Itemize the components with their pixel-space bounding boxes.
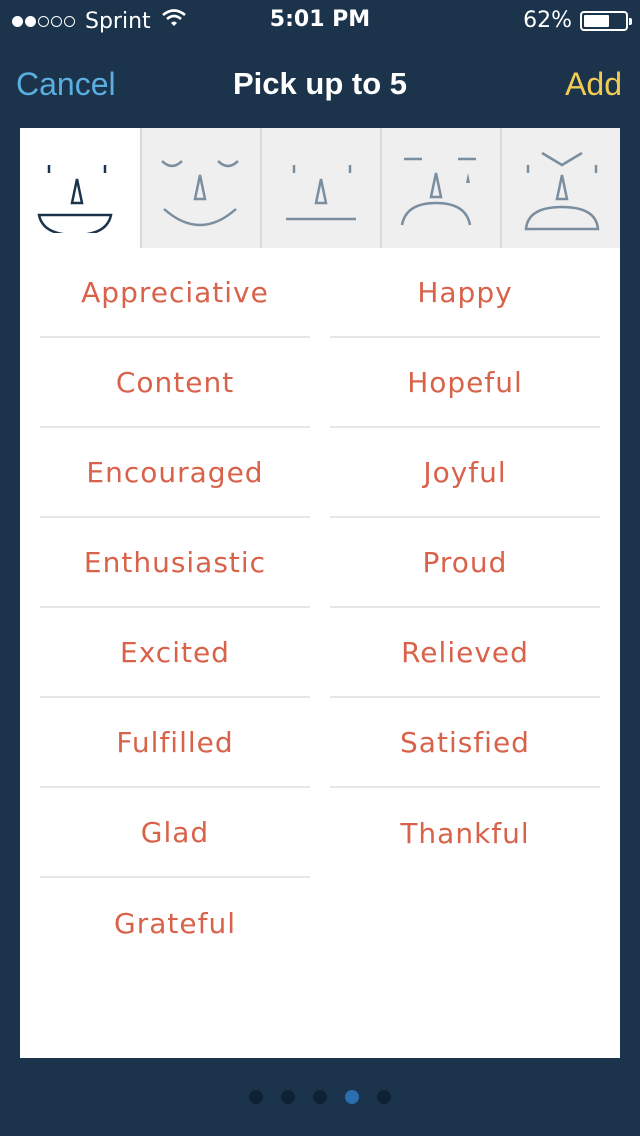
mood-fulfilled[interactable]: Fulfilled: [40, 698, 310, 788]
add-button[interactable]: Add: [565, 66, 622, 103]
mood-enthusiastic[interactable]: Enthusiastic: [40, 518, 310, 608]
content-face-icon: [161, 160, 239, 227]
page-dot-5[interactable]: [377, 1090, 391, 1104]
page-dot-2[interactable]: [281, 1090, 295, 1104]
mood-appreciative[interactable]: Appreciative: [40, 248, 310, 338]
status-bar: Sprint 5:01 PM 62%: [0, 0, 640, 40]
mood-hopeful[interactable]: Hopeful: [330, 338, 600, 428]
tab-neutral[interactable]: [260, 128, 380, 248]
mood-joyful[interactable]: Joyful: [330, 428, 600, 518]
mood-content[interactable]: Content: [40, 338, 310, 428]
battery-fill: [584, 14, 609, 27]
neutral-face-icon: [286, 165, 356, 221]
mood-glad[interactable]: Glad: [40, 788, 310, 878]
mood-relieved[interactable]: Relieved: [330, 608, 600, 698]
page-dot-3[interactable]: [313, 1090, 327, 1104]
battery-icon: [580, 10, 632, 31]
page-dot-4[interactable]: [345, 1090, 359, 1104]
page-indicator: [0, 1090, 640, 1104]
mood-thankful[interactable]: Thankful: [330, 788, 600, 878]
face-tabs: [20, 128, 620, 248]
nav-bar: Cancel Pick up to 5 Add: [0, 60, 640, 112]
battery-percent: 62%: [523, 8, 572, 33]
mood-column-right: Happy Hopeful Joyful Proud Relieved Sati…: [330, 248, 600, 878]
mood-proud[interactable]: Proud: [330, 518, 600, 608]
tab-sad[interactable]: [380, 128, 500, 248]
sad-face-icon: [400, 157, 476, 226]
mood-encouraged[interactable]: Encouraged: [40, 428, 310, 518]
tab-very-happy[interactable]: [20, 128, 140, 248]
status-right: 62%: [523, 8, 632, 33]
mood-grateful[interactable]: Grateful: [40, 878, 310, 968]
mood-excited[interactable]: Excited: [40, 608, 310, 698]
angry-face-icon: [524, 151, 600, 231]
tab-content[interactable]: [140, 128, 260, 248]
page-title: Pick up to 5: [233, 66, 407, 101]
very-happy-face-icon: [37, 165, 113, 233]
mood-satisfied[interactable]: Satisfied: [330, 698, 600, 788]
mood-column-left: Appreciative Content Encouraged Enthusia…: [40, 248, 310, 968]
mood-happy[interactable]: Happy: [330, 248, 600, 338]
mood-picker-card: Appreciative Content Encouraged Enthusia…: [20, 128, 620, 1058]
page-dot-1[interactable]: [249, 1090, 263, 1104]
tab-angry[interactable]: [500, 128, 620, 248]
